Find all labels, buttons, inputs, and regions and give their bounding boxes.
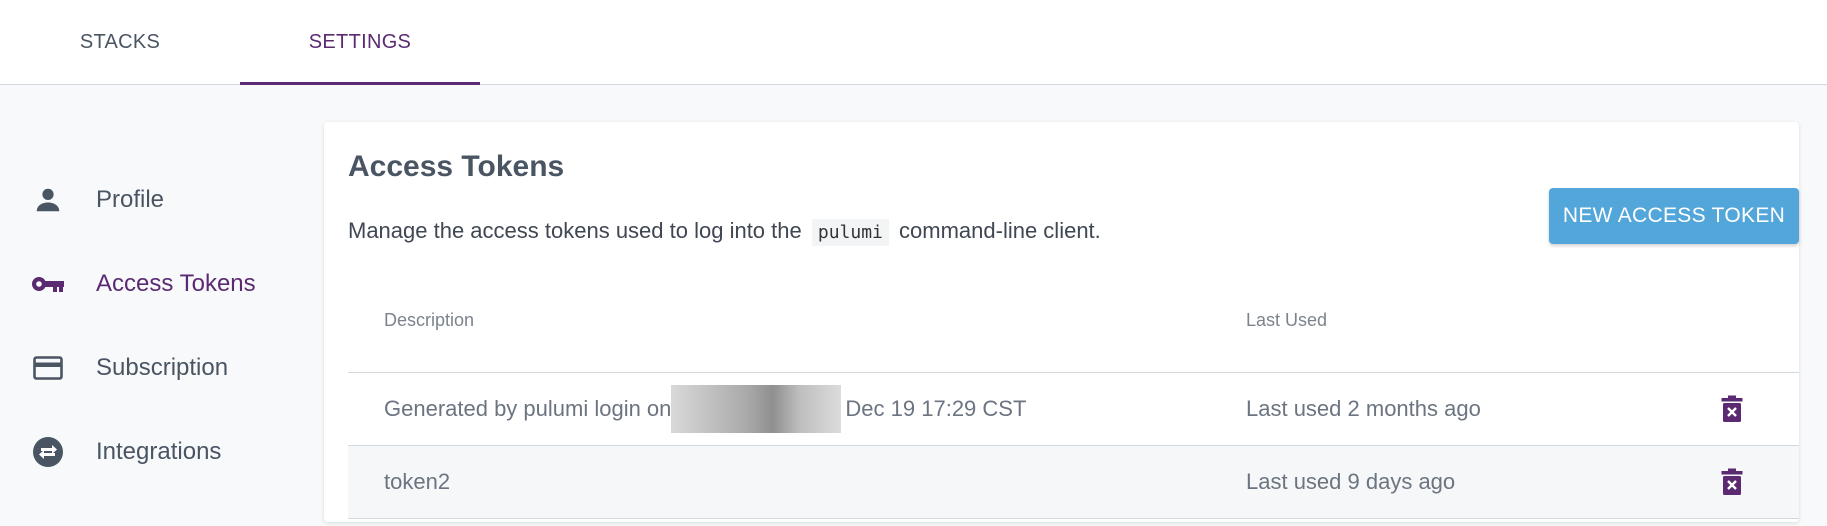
person-icon xyxy=(30,182,66,218)
table-header: Description Last Used xyxy=(348,282,1799,373)
page-description: Manage the access tokens used to log int… xyxy=(348,218,1101,246)
table-row: Generated by pulumi login on Dec 19 17:2… xyxy=(348,373,1799,446)
page-title: Access Tokens xyxy=(348,150,565,183)
table-row: token2 Last used 9 days ago xyxy=(348,446,1799,519)
sidebar-item-access-tokens[interactable]: Access Tokens xyxy=(30,259,310,309)
swap-arrows-icon xyxy=(30,434,66,470)
token-last-used: Last used 2 months ago xyxy=(1246,396,1481,421)
token-description: token2 xyxy=(384,446,450,518)
token-last-used: Last used 9 days ago xyxy=(1246,469,1456,494)
access-tokens-card: Access Tokens Manage the access tokens u… xyxy=(324,122,1799,522)
new-access-token-button[interactable]: NEW ACCESS TOKEN xyxy=(1549,188,1799,244)
trash-icon xyxy=(1721,468,1743,495)
token-description-text: token2 xyxy=(384,469,451,494)
sidebar-item-integrations[interactable]: Integrations xyxy=(30,427,310,477)
sidebar-item-subscription[interactable]: Subscription xyxy=(30,343,310,393)
token-description: Generated by pulumi login on Dec 19 17:2… xyxy=(384,373,1026,445)
sidebar-item-label: Integrations xyxy=(96,438,222,465)
command-code: pulumi xyxy=(811,219,889,246)
token-description-text: Generated by pulumi login on xyxy=(384,396,672,421)
column-header-description: Description xyxy=(384,310,475,330)
sidebar-item-label: Subscription xyxy=(96,354,229,381)
key-icon xyxy=(30,266,66,302)
column-header-last-used: Last Used xyxy=(1246,310,1328,330)
sidebar-item-profile[interactable]: Profile xyxy=(30,175,310,225)
token-description-date: Dec 19 17:29 CST xyxy=(845,396,1027,421)
credit-card-icon xyxy=(30,350,66,386)
top-tab-bar: STACKS SETTINGS xyxy=(0,0,1827,85)
tab-settings[interactable]: SETTINGS xyxy=(240,0,480,85)
delete-token-button[interactable] xyxy=(1714,391,1750,427)
sidebar-item-label: Access Tokens xyxy=(96,270,256,297)
description-text-end: command-line client. xyxy=(899,218,1101,243)
tab-stacks[interactable]: STACKS xyxy=(0,0,240,84)
delete-token-button[interactable] xyxy=(1714,464,1750,500)
trash-icon xyxy=(1721,395,1743,422)
redacted-block xyxy=(671,385,842,433)
description-text: Manage the access tokens used to log int… xyxy=(348,218,802,243)
sidebar-item-label: Profile xyxy=(96,186,165,213)
